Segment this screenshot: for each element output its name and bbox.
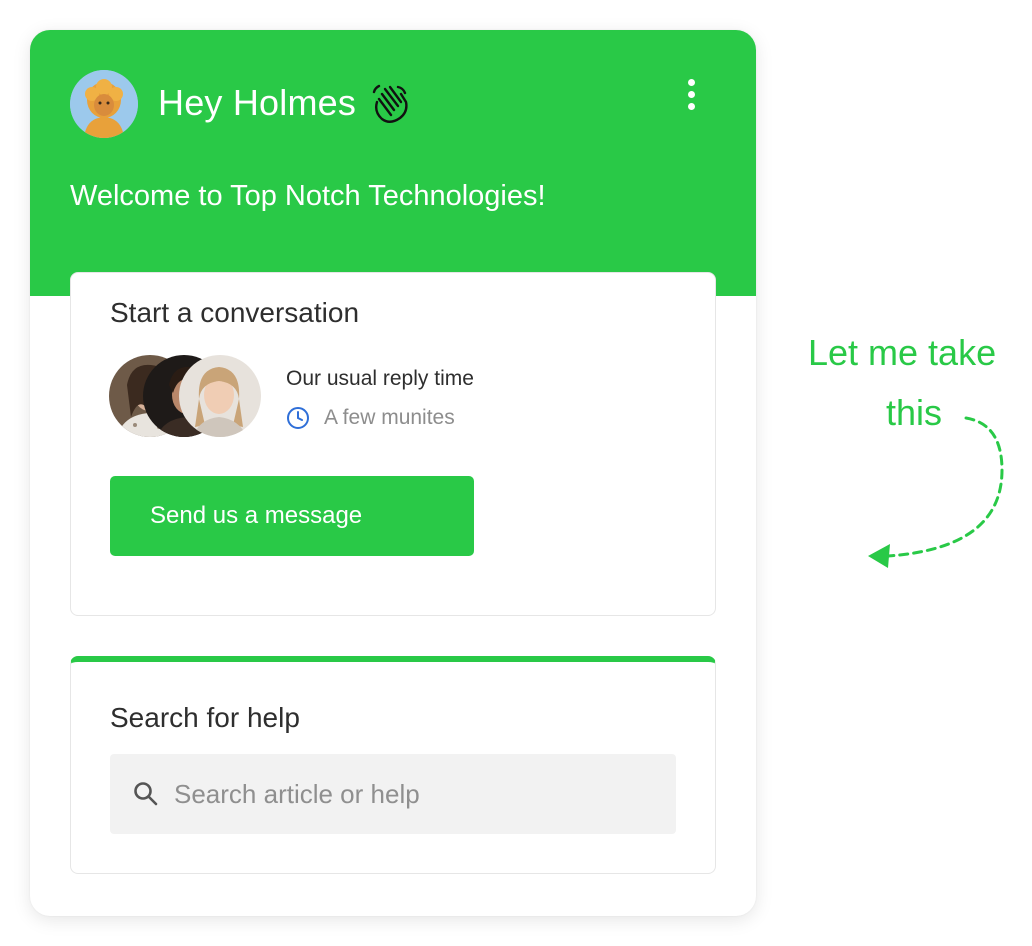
reply-time-label: Our usual reply time <box>286 367 474 390</box>
search-card: Search for help <box>70 656 716 874</box>
search-title: Search for help <box>110 702 300 733</box>
reply-time-value: A few munites <box>324 406 455 429</box>
team-member-avatar <box>179 355 261 437</box>
user-avatar <box>70 70 138 138</box>
more-vertical-icon <box>687 78 695 86</box>
search-field[interactable] <box>110 754 676 834</box>
annotation-text-line2: this <box>886 392 943 433</box>
send-message-button[interactable]: Send us a message <box>110 476 474 556</box>
waving-hand-icon <box>368 80 414 126</box>
annotation-callout: Let me take this <box>790 330 1030 580</box>
search-icon <box>134 782 158 806</box>
header-band <box>30 30 756 296</box>
team-avatars <box>109 355 261 437</box>
conversation-card: Start a conversation Our usual reply tim… <box>70 272 716 616</box>
chat-widget: Hey Holmes Welcome to Top Notch Technolo… <box>30 30 756 916</box>
conversation-title: Start a conversation <box>110 297 360 328</box>
more-options-button[interactable] <box>678 74 704 114</box>
greeting-heading: Hey Holmes <box>158 78 414 128</box>
reply-time-value-row: A few munites <box>286 405 455 431</box>
greeting-text: Hey Holmes <box>158 82 357 123</box>
welcome-message: Welcome to Top Notch Technologies! <box>70 180 546 212</box>
search-input[interactable] <box>174 778 654 810</box>
clock-icon <box>287 407 309 429</box>
annotation-text-line1: Let me take <box>808 332 997 373</box>
